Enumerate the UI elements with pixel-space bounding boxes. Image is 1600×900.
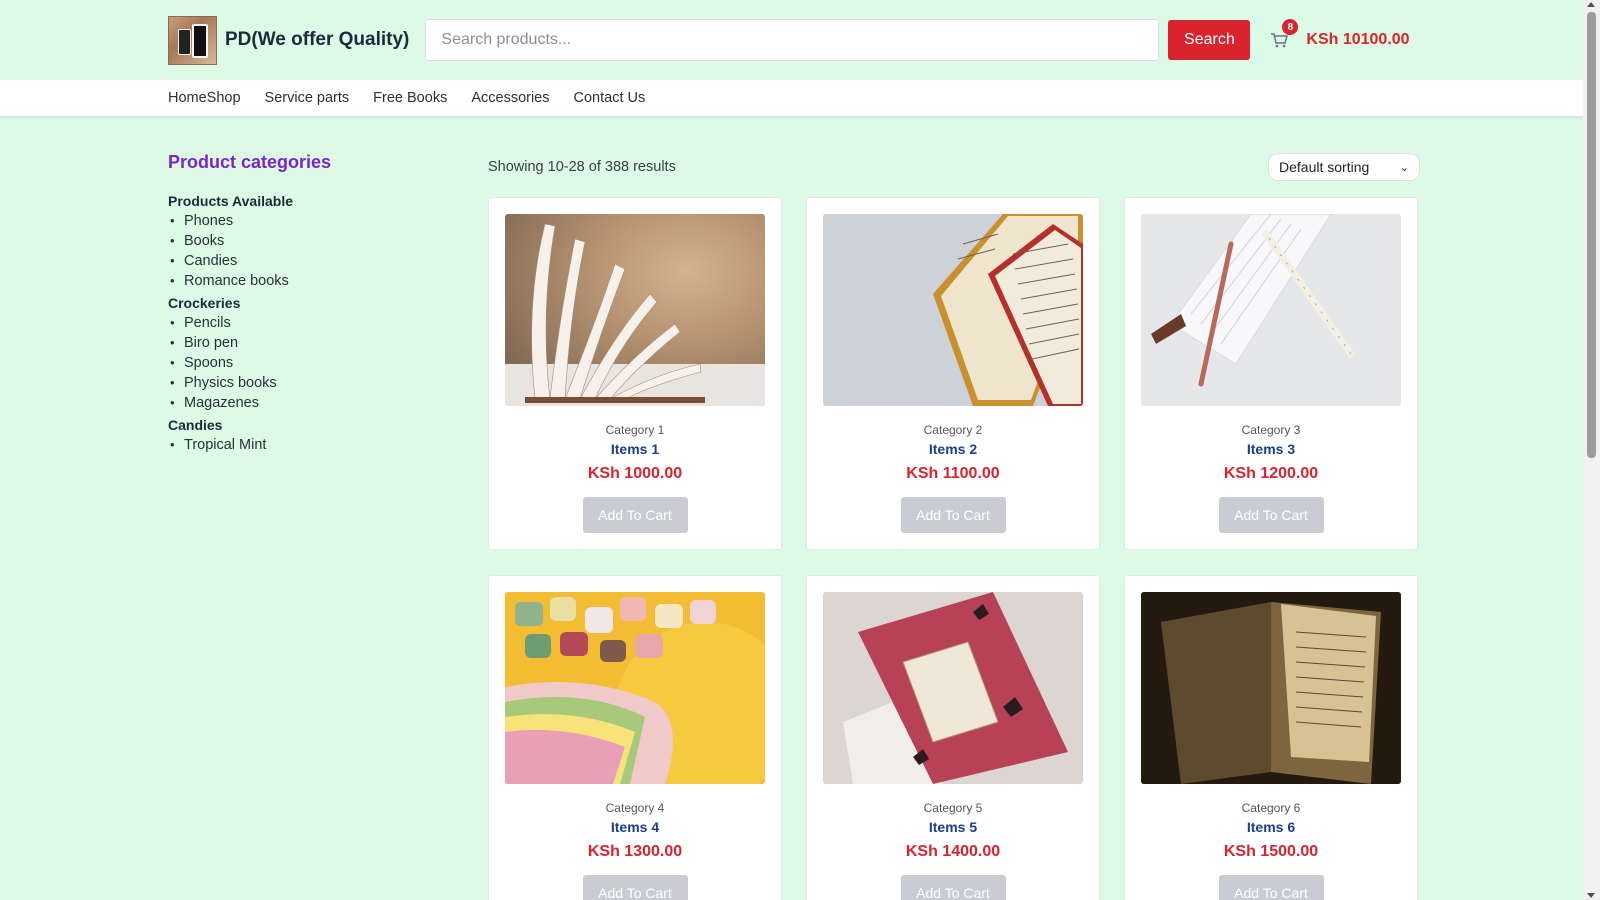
add-to-cart-button[interactable]: Add To Cart <box>1218 875 1324 900</box>
group-title: Candies <box>168 417 223 433</box>
category-sidebar: Product categories Products Available Ph… <box>168 152 488 900</box>
chevron-down-icon: ⌄ <box>1399 161 1409 174</box>
product-category: Category 1 <box>605 423 665 437</box>
product-price: KSh 1500.00 <box>1223 843 1319 860</box>
category-group: Products Available Phones Books Candies … <box>168 193 488 291</box>
add-to-cart-button[interactable]: Add To Cart <box>1218 497 1324 533</box>
nav-free-books[interactable]: Free Books <box>373 90 447 106</box>
category-item[interactable]: Books <box>168 231 488 251</box>
product-image[interactable] <box>823 592 1083 784</box>
product-card: Category 1 Items 1 KSh 1000.00 Add To Ca… <box>488 197 782 550</box>
category-item[interactable]: Candies <box>168 251 488 271</box>
category-item[interactable]: Pencils <box>168 313 488 333</box>
product-price: KSh 1300.00 <box>587 843 683 860</box>
product-price: KSh 1200.00 <box>1223 465 1319 482</box>
product-card: Category 6 Items 6 KSh 1500.00 Add To Ca… <box>1124 575 1418 900</box>
product-price: KSh 1000.00 <box>587 465 683 482</box>
category-item[interactable]: Tropical Mint <box>168 435 488 455</box>
add-to-cart-button[interactable]: Add To Cart <box>582 875 688 900</box>
product-card: Category 4 Items 4 KSh 1300.00 Add To Ca… <box>488 575 782 900</box>
main-content: Product categories Products Available Ph… <box>0 116 1600 900</box>
product-listing: Showing 10-28 of 388 results Default sor… <box>488 152 1420 900</box>
logo-image[interactable] <box>168 15 217 65</box>
cart-total[interactable]: KSh 10100.00 <box>1306 31 1409 49</box>
sort-select[interactable]: Default sorting ⌄ <box>1268 153 1420 181</box>
product-grid: Category 1 Items 1 KSh 1000.00 Add To Ca… <box>488 197 1420 900</box>
product-image[interactable] <box>505 214 765 406</box>
product-category: Category 2 <box>923 423 983 437</box>
product-category: Category 4 <box>605 801 665 815</box>
nav-contact-us[interactable]: Contact Us <box>574 90 646 106</box>
page-scrollbar[interactable] <box>1583 0 1600 900</box>
sidebar-title: Product categories <box>168 152 332 172</box>
category-item[interactable]: Biro pen <box>168 333 488 353</box>
site-header: PD(We offer Quality) Search 8 KSh 10100.… <box>0 0 1600 80</box>
product-price: KSh 1400.00 <box>905 843 1001 860</box>
results-count: Showing 10-28 of 388 results <box>488 159 676 175</box>
category-item[interactable]: Physics books <box>168 373 488 393</box>
brand-name[interactable]: PD(We offer Quality) <box>225 29 409 51</box>
product-card: Category 3 Items 3 KSh 1200.00 Add To Ca… <box>1124 197 1418 550</box>
category-group: Crockeries Pencils Biro pen Spoons Physi… <box>168 295 488 413</box>
search-input[interactable] <box>425 19 1160 61</box>
group-title: Crockeries <box>168 295 241 311</box>
product-image[interactable] <box>1141 592 1401 784</box>
nav-service-parts[interactable]: Service parts <box>265 90 350 106</box>
product-image[interactable] <box>1141 214 1401 406</box>
product-card: Category 2 Items 2 KSh 1100.00 Add To Ca… <box>806 197 1100 550</box>
listing-toolbar: Showing 10-28 of 388 results Default sor… <box>488 152 1420 182</box>
product-name[interactable]: Items 1 <box>611 441 659 457</box>
category-item[interactable]: Magazenes <box>168 393 488 413</box>
add-to-cart-button[interactable]: Add To Cart <box>900 497 1006 533</box>
add-to-cart-button[interactable]: Add To Cart <box>900 875 1006 900</box>
product-name[interactable]: Items 6 <box>1247 819 1295 835</box>
main-nav: HomeShop Service parts Free Books Access… <box>0 80 1600 116</box>
group-title: Products Available <box>168 193 294 209</box>
sort-value: Default sorting <box>1279 159 1370 175</box>
category-item[interactable]: Phones <box>168 211 488 231</box>
add-to-cart-button[interactable]: Add To Cart <box>582 497 688 533</box>
product-category: Category 3 <box>1241 423 1301 437</box>
scroll-up-arrow-icon[interactable] <box>1587 2 1595 7</box>
product-name[interactable]: Items 5 <box>929 819 977 835</box>
category-item[interactable]: Romance books <box>168 271 488 291</box>
category-group: Candies Tropical Mint <box>168 417 488 455</box>
product-image[interactable] <box>505 592 765 784</box>
cart-button[interactable]: 8 <box>1270 19 1299 51</box>
cart-icon <box>1271 33 1289 48</box>
cart-count-badge: 8 <box>1282 19 1299 35</box>
product-name[interactable]: Items 4 <box>611 819 659 835</box>
product-name[interactable]: Items 2 <box>929 441 977 457</box>
scrollbar-thumb[interactable] <box>1587 12 1596 458</box>
product-price: KSh 1100.00 <box>906 465 1000 482</box>
category-item[interactable]: Spoons <box>168 353 488 373</box>
product-name[interactable]: Items 3 <box>1247 441 1295 457</box>
product-category: Category 6 <box>1241 801 1301 815</box>
search-button[interactable]: Search <box>1168 20 1251 60</box>
nav-accessories[interactable]: Accessories <box>471 90 549 106</box>
product-card: Category 5 Items 5 KSh 1400.00 Add To Ca… <box>806 575 1100 900</box>
nav-homeshop[interactable]: HomeShop <box>168 90 241 106</box>
product-image[interactable] <box>823 214 1083 406</box>
product-category: Category 5 <box>923 801 983 815</box>
scroll-down-arrow-icon[interactable] <box>1587 893 1595 898</box>
